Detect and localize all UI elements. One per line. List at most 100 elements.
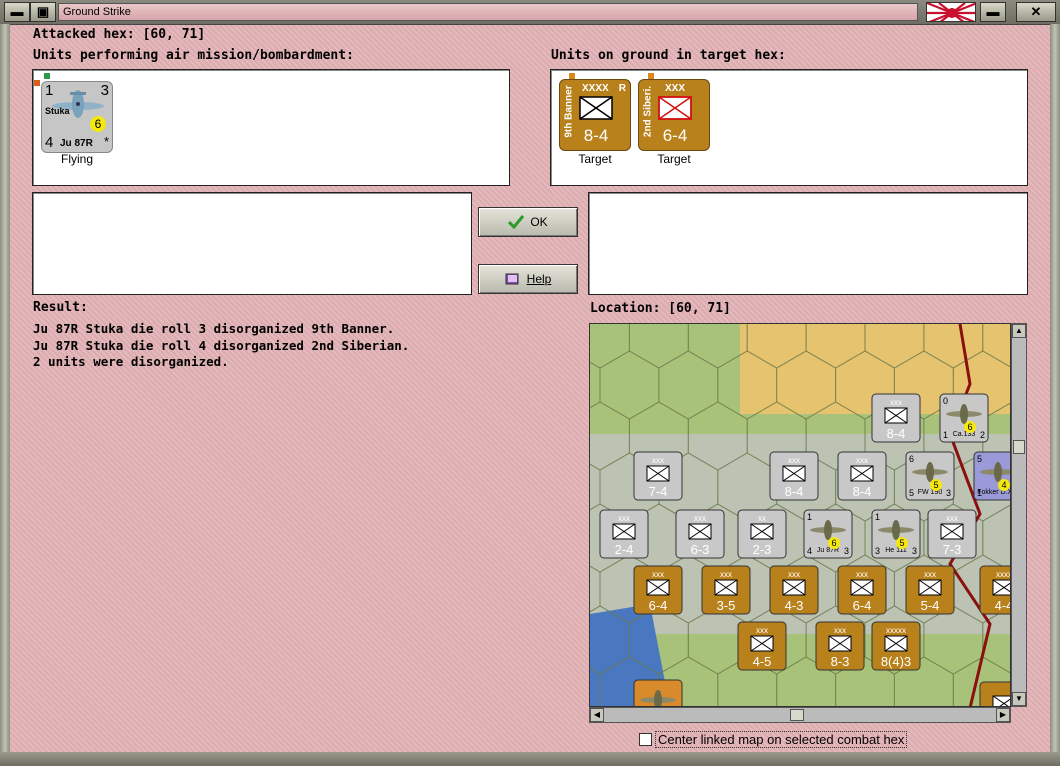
scroll-down-arrow-icon[interactable]: ▼ (1012, 692, 1026, 706)
map-unit-size: xxx (788, 456, 800, 465)
stuka-air-counter[interactable]: 1 3 Stuka 6 4 Ju 87R * (41, 81, 113, 153)
ground-details-panel (588, 192, 1028, 295)
location-label: Location: [60, 71] (590, 301, 731, 316)
map-unit-strength: 2-4 (615, 542, 634, 557)
counter-unit-size: XXXX (582, 83, 609, 94)
map-air-badge: 5 (933, 480, 938, 490)
map-unit-counter[interactable]: xxxxx 8(4)3 (871, 621, 921, 671)
map-unit-counter[interactable]: xxx 5-4 (905, 565, 955, 615)
map-unit-counter[interactable]: xxx 7-3 (927, 509, 977, 559)
map-vertical-scrollbar[interactable]: ▲ ▼ (1011, 323, 1027, 707)
map-air-counter[interactable]: SS Pantserskava554 (631, 679, 685, 707)
map-air-top-value: 1 (807, 512, 812, 522)
map-unit-size: xxx (652, 570, 664, 579)
help-button-label: Help (526, 272, 552, 286)
map-unit-counter[interactable]: xxx 8-4 (837, 451, 887, 501)
checkmark-icon (508, 215, 525, 229)
map-air-top-value: 1 (875, 512, 880, 522)
map-unit-size: xxx (720, 570, 732, 579)
map-unit-size: xxxx (996, 570, 1011, 579)
center-map-checkbox[interactable] (639, 733, 652, 746)
system-menu-button[interactable]: ▬ (4, 2, 30, 22)
counter-star: * (103, 134, 109, 149)
map-unit-size: xxx (946, 514, 958, 523)
horizontal-scroll-thumb[interactable] (790, 709, 804, 721)
bottom-frame (0, 752, 1060, 766)
counter-strength: 6-4 (662, 126, 688, 145)
ok-button[interactable]: OK (478, 207, 578, 237)
map-unit-size: xxx (652, 456, 664, 465)
right-frame (1050, 24, 1060, 756)
map-unit-counter[interactable]: xxx 8-4 (871, 393, 921, 443)
infantry-symbol-icon (579, 96, 613, 120)
air-units-panel: 1 3 Stuka 6 4 Ju 87R * Flying (32, 69, 510, 186)
target-counter-2nd-siberian[interactable]: XXX 2nd Siberi. 6-4 (638, 79, 710, 151)
counter-unit-size: XXX (665, 83, 686, 94)
map-unit-strength: 8-4 (785, 484, 804, 499)
map-unit-strength: 8-4 (887, 426, 906, 441)
result-line: 2 units were disorganized. (33, 354, 229, 369)
map-air-counter[interactable]: Fokker D.XXI154 (973, 451, 1011, 501)
attacked-hex-label: Attacked hex: [60, 71] (33, 27, 206, 42)
rising-sun-flag-icon (926, 2, 976, 22)
map-unit-counter[interactable]: xxxx 4-4 (979, 565, 1011, 615)
map-unit-counter[interactable]: 4-4 (979, 681, 1011, 707)
map-unit-counter[interactable]: xxx 6-4 (837, 565, 887, 615)
counter-aircraft-type: Ju 87R (60, 138, 93, 149)
linked-map[interactable]: xxx 8-4 xxx 7-4 xxx 8-4 xxx 8-4 xxx 2-4 xxx 6-3 xx 2-… (589, 323, 1011, 707)
map-unit-counter[interactable]: xxx 8-4 (769, 451, 819, 501)
counter-strength: 8-4 (583, 126, 609, 145)
map-unit-strength: 7-3 (943, 542, 962, 557)
counter-unit-name: Stuka (45, 106, 70, 116)
target-counter-9th-banner[interactable]: XXXX R 9th Banner 8-4 (559, 79, 631, 151)
vertical-scroll-thumb[interactable] (1013, 440, 1025, 454)
map-unit-counter[interactable]: xxx 7-4 (633, 451, 683, 501)
map-air-top-value: 5 (977, 454, 982, 464)
restore-button[interactable]: ▣ (30, 2, 56, 22)
map-unit-size: xxx (834, 626, 846, 635)
air-units-heading: Units performing air mission/bombardment… (33, 48, 354, 63)
title-bar[interactable]: ▬ ▣ Ground Strike ▬ ✕ (0, 0, 1060, 25)
map-unit-size: xxx (756, 626, 768, 635)
map-unit-counter[interactable]: xxx 8-3 (815, 621, 865, 671)
map-air-top-value: 6 (909, 454, 914, 464)
map-unit-strength: 4-4 (995, 598, 1011, 613)
map-air-counter[interactable]: He 1113135 (871, 509, 921, 559)
map-unit-size: xx (758, 514, 766, 523)
map-air-counter[interactable]: Ju 87R4136 (803, 509, 853, 559)
hex-map[interactable]: xxx 8-4 xxx 7-4 xxx 8-4 xxx 8-4 xxx 2-4 xxx 6-3 xx 2-… (590, 324, 1011, 707)
map-air-badge: 6 (967, 422, 972, 432)
status-marker-orange (34, 80, 40, 86)
map-air-top-value: 0 (943, 396, 948, 406)
help-button[interactable]: Help (478, 264, 578, 294)
map-unit-counter[interactable]: xxx 3-5 (701, 565, 751, 615)
scroll-up-arrow-icon[interactable]: ▲ (1012, 324, 1026, 338)
map-unit-strength: 8-4 (853, 484, 872, 499)
close-button[interactable]: ✕ (1016, 2, 1056, 22)
map-unit-counter[interactable]: xxx 6-3 (675, 509, 725, 559)
map-air-right-value: 2 (980, 430, 985, 440)
map-horizontal-scrollbar[interactable]: ◀ ▶ (589, 707, 1011, 723)
map-unit-strength: 2-3 (753, 542, 772, 557)
map-unit-counter[interactable]: xxx 6-4 (633, 565, 683, 615)
map-unit-size: xxx (788, 570, 800, 579)
map-unit-counter[interactable]: xxx 4-3 (769, 565, 819, 615)
map-unit-strength: 6-3 (691, 542, 710, 557)
map-air-counter[interactable]: FW 1905635 (905, 451, 955, 501)
left-frame (0, 24, 10, 756)
map-air-counter[interactable]: Ca.1331026 (939, 393, 989, 443)
map-unit-counter[interactable]: xxx 4-5 (737, 621, 787, 671)
scroll-right-arrow-icon[interactable]: ▶ (996, 708, 1010, 722)
map-unit-size: xxx (618, 514, 630, 523)
ground-units-panel: XXXX R 9th Banner 8-4 Target XXX 2nd Sib… (550, 69, 1028, 186)
ground-units-heading: Units on ground in target hex: (551, 48, 786, 63)
map-unit-strength: 8(4)3 (881, 654, 911, 669)
map-unit-counter[interactable]: xx 2-3 (737, 509, 787, 559)
map-air-right-value: 3 (844, 546, 849, 556)
minimize-button[interactable]: ▬ (980, 2, 1006, 22)
scroll-left-arrow-icon[interactable]: ◀ (590, 708, 604, 722)
map-air-badge: 6 (831, 538, 836, 548)
map-unit-counter[interactable]: xxx 2-4 (599, 509, 649, 559)
map-air-left-value: 3 (875, 546, 880, 556)
center-map-checkbox-label[interactable]: Center linked map on selected combat hex (655, 731, 908, 748)
